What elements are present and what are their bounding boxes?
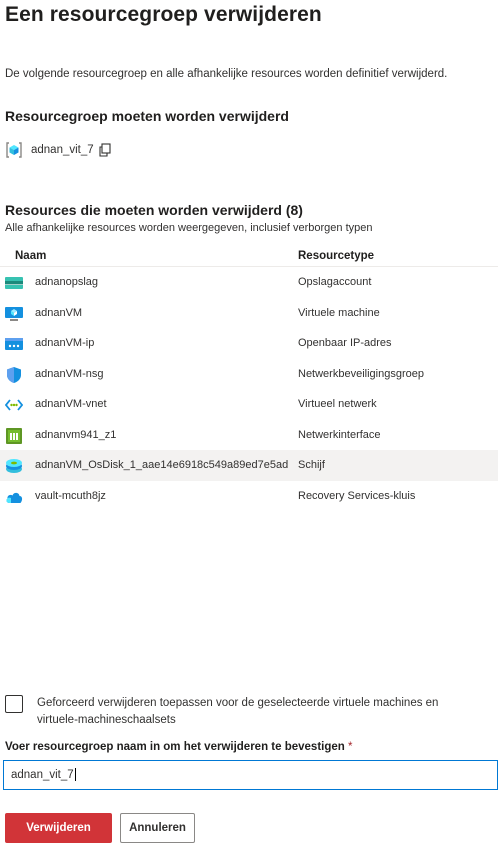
resource-name: vault-mcuth8jz (35, 489, 106, 502)
copy-icon[interactable] (98, 143, 112, 157)
confirm-label-text: Voer resourcegroep naam in om het verwij… (5, 741, 345, 753)
force-delete-label[interactable]: Geforceerd verwijderen toepassen voor de… (37, 695, 477, 729)
resources-heading: Resources die moeten worden verwijderd (… (5, 202, 303, 218)
force-delete-checkbox[interactable] (5, 695, 23, 713)
description-text: De volgende resourcegroep en alle afhank… (5, 68, 448, 80)
column-header-name[interactable]: Naam (15, 250, 46, 262)
resource-type: Opslagaccount (298, 276, 372, 289)
table-row[interactable]: adnanopslag Opslagaccount (0, 267, 498, 298)
public-ip-icon (5, 335, 23, 353)
resource-type: Netwerkbeveiligingsgroep (298, 367, 424, 380)
resource-type: Netwerkinterface (298, 428, 381, 441)
table-row[interactable]: adnanVM_OsDisk_1_aae14e6918c549a89ed7e5a… (0, 450, 498, 481)
disk-icon (5, 457, 23, 475)
required-mark: * (348, 741, 353, 753)
virtual-machine-icon (5, 305, 23, 323)
resource-group-heading: Resourcegroep moeten worden verwijderd (5, 108, 289, 124)
virtual-network-icon (4, 396, 24, 414)
storage-account-icon (5, 274, 23, 292)
resource-name: adnanVM-nsg (35, 367, 104, 380)
delete-button[interactable]: Verwijderen (5, 813, 112, 843)
resource-type: Virtueel netwerk (298, 398, 377, 411)
resource-type: Virtuele machine (298, 306, 380, 319)
resource-type: Recovery Services-kluis (298, 489, 416, 502)
network-security-group-icon (5, 366, 23, 384)
resources-subtext: Alle afhankelijke resources worden weerg… (5, 222, 373, 234)
text-caret (74, 768, 76, 782)
confirm-name-input[interactable]: adnan_vit_7 (3, 760, 498, 790)
column-header-type[interactable]: Resourcetype (298, 250, 374, 262)
resource-name: adnanVM-vnet (35, 398, 107, 411)
table-row[interactable]: adnanVM-ip Openbaar IP-adres (0, 328, 498, 359)
resource-name: adnanVM (35, 306, 83, 319)
resource-name: adnanopslag (35, 276, 99, 289)
network-interface-icon (5, 427, 23, 445)
table-row[interactable]: adnanVM Virtuele machine (0, 298, 498, 329)
table-row[interactable]: adnanVM-nsg Netwerkbeveiligingsgroep (0, 359, 498, 390)
resource-type: Schijf (298, 459, 325, 472)
resource-group-name: adnan_vit_7 (31, 144, 94, 156)
resource-group-icon (5, 141, 23, 159)
table-row[interactable]: adnanVM-vnet Virtueel netwerk (0, 389, 498, 420)
resource-name: adnanVM_OsDisk_1_aae14e6918c549a89ed7e5a… (35, 459, 289, 472)
confirm-field-label: Voer resourcegroep naam in om het verwij… (5, 741, 352, 753)
resources-table: adnanopslag Opslagaccount adnanVM Virtue… (0, 266, 498, 511)
confirm-input-value: adnan_vit_7 (11, 769, 74, 781)
resource-group-row: adnan_vit_7 (5, 141, 112, 159)
table-row[interactable]: vault-mcuth8jz Recovery Services-kluis (0, 481, 498, 512)
resource-name: adnanVM-ip (35, 337, 95, 350)
force-delete-option[interactable]: Geforceerd verwijderen toepassen voor de… (5, 695, 477, 729)
table-row[interactable]: adnanvm941_z1 Netwerkinterface (0, 420, 498, 451)
cancel-button[interactable]: Annuleren (120, 813, 195, 843)
recovery-vault-icon (5, 488, 23, 506)
resource-name: adnanvm941_z1 (35, 428, 117, 441)
page-title: Een resourcegroep verwijderen (5, 3, 322, 26)
resource-type: Openbaar IP-adres (298, 337, 392, 350)
